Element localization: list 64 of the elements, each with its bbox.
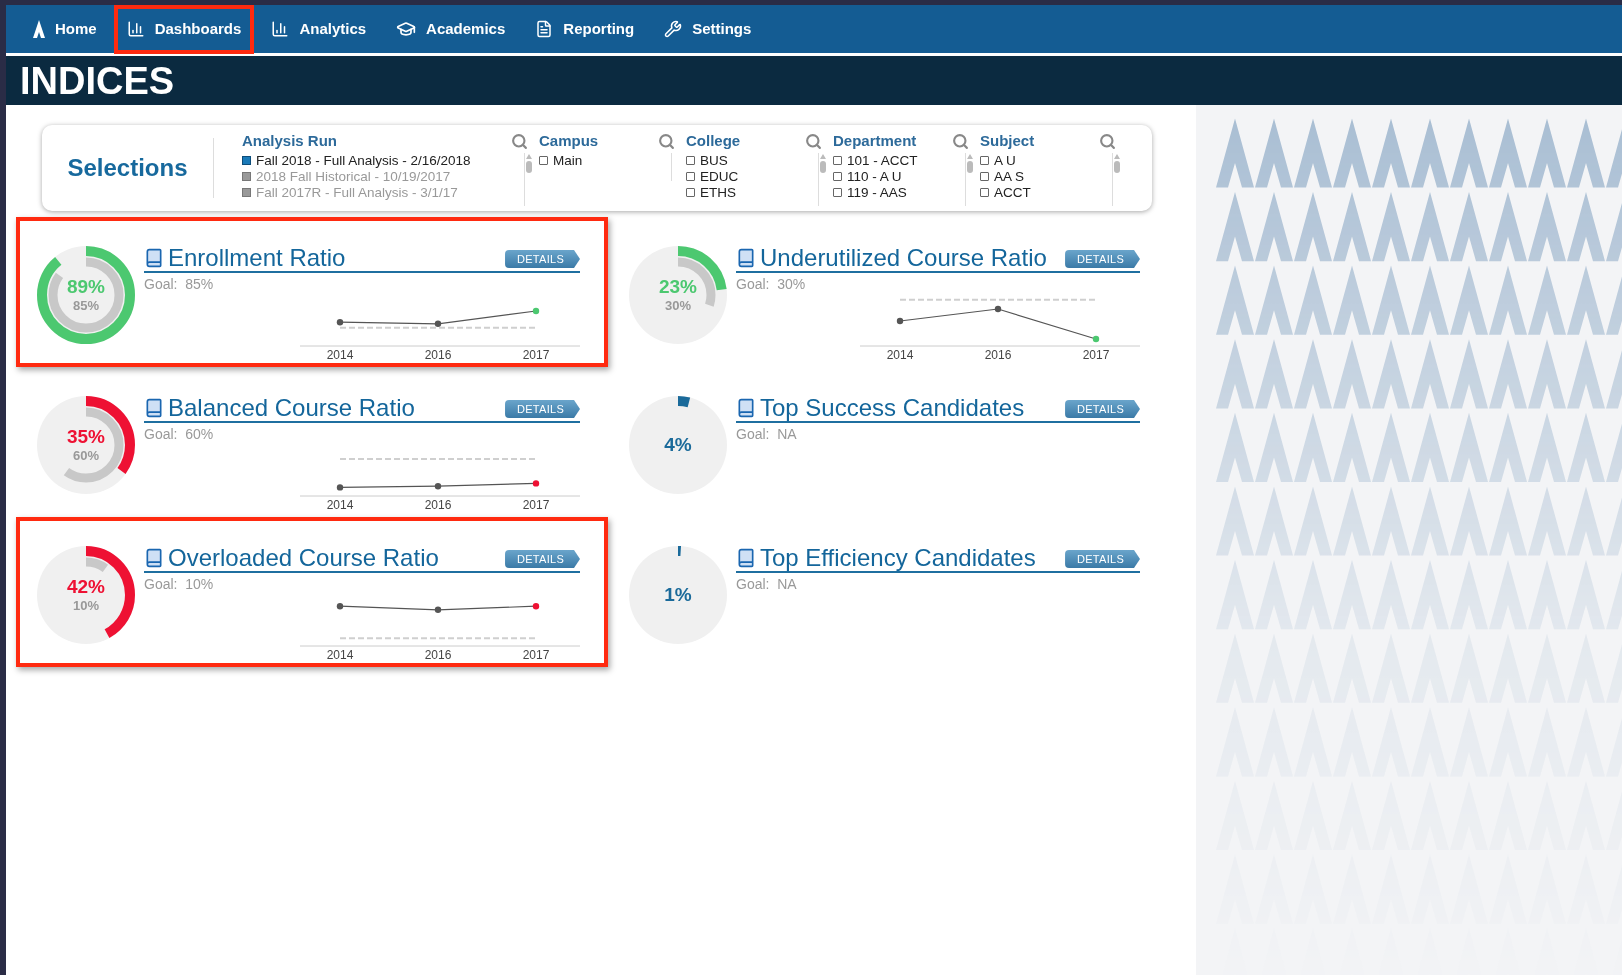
filter-option[interactable]: BUS — [700, 152, 728, 169]
nav-link[interactable]: Reporting — [522, 4, 648, 54]
nav-link[interactable]: Academics — [383, 4, 519, 54]
filter-option[interactable]: A U — [994, 152, 1016, 169]
metric-title-link[interactable]: Underutilized Course Ratio — [736, 245, 1047, 271]
gauge-value: 23% — [659, 276, 697, 298]
gauge-value: 4% — [664, 434, 692, 456]
gauge-value: 89% — [67, 276, 105, 298]
filter-option[interactable]: Fall 2018 - Full Analysis - 2/16/2018 — [256, 152, 471, 169]
filter-option[interactable]: 110 - A U — [847, 168, 902, 185]
year-label: 2014 — [326, 498, 354, 512]
filter-option[interactable]: 101 - ACCT — [847, 152, 918, 169]
details-button[interactable]: DETAILS — [505, 250, 580, 268]
nav-link[interactable]: Dashboards — [113, 4, 255, 54]
year-label: 2017 — [522, 498, 550, 512]
gauge-goal: 30% — [665, 298, 691, 314]
details-button[interactable]: DETAILS — [1065, 400, 1140, 418]
year-label: 2017 — [522, 648, 550, 662]
year-label: 2016 — [424, 348, 452, 362]
year-label: 2017 — [522, 348, 550, 362]
year-label: 2014 — [326, 648, 354, 662]
gauge-goal: 60% — [73, 448, 99, 464]
filter-option[interactable]: Main — [553, 152, 583, 169]
filter-heading: Subject — [980, 131, 1035, 151]
filter-heading: Analysis Run — [242, 131, 338, 151]
filter-option[interactable]: AA S — [994, 168, 1025, 185]
details-button[interactable]: DETAILS — [1065, 550, 1140, 568]
year-label: 2014 — [886, 348, 914, 362]
filter-option[interactable]: ETHS — [700, 184, 736, 201]
metric-title-link[interactable]: Top Efficiency Candidates — [736, 545, 1036, 571]
selections-heading: Selections — [67, 153, 188, 183]
filter-option[interactable]: ACCT — [994, 184, 1031, 201]
gauge-value: 42% — [67, 576, 105, 598]
details-button[interactable]: DETAILS — [505, 400, 580, 418]
goal-text: Goal: 85% — [144, 275, 215, 294]
details-button[interactable]: DETAILS — [505, 550, 580, 568]
filter-heading: Campus — [539, 131, 599, 151]
year-label: 2016 — [424, 498, 452, 512]
goal-text: Goal: 30% — [736, 275, 807, 294]
filter-heading: College — [686, 131, 741, 151]
metric-title-link[interactable]: Balanced Course Ratio — [144, 395, 415, 421]
metric-title-link[interactable]: Enrollment Ratio — [144, 245, 346, 271]
details-button[interactable]: DETAILS — [1065, 250, 1140, 268]
gauge-goal: 85% — [73, 298, 99, 314]
year-label: 2014 — [326, 348, 354, 362]
filter-option[interactable]: EDUC — [700, 168, 739, 185]
metric-title-link[interactable]: Overloaded Course Ratio — [144, 545, 439, 571]
nav-link[interactable]: Home — [20, 4, 110, 54]
nav-link[interactable]: Analytics — [258, 4, 380, 54]
gauge-value: 1% — [664, 584, 692, 606]
filter-heading: Department — [833, 131, 917, 151]
gauge-value: 35% — [67, 426, 105, 448]
nav-link[interactable]: Settings — [651, 4, 765, 54]
gauge-goal: 10% — [73, 598, 99, 614]
page-title: INDICES — [20, 61, 175, 100]
goal-text: Goal: NA — [736, 425, 798, 444]
year-label: 2016 — [424, 648, 452, 662]
year-label: 2016 — [984, 348, 1012, 362]
year-label: 2017 — [1082, 348, 1110, 362]
goal-text: Goal: 10% — [144, 575, 215, 594]
goal-text: Goal: 60% — [144, 425, 215, 444]
filter-option[interactable]: 119 - AAS — [847, 184, 907, 201]
metric-title-link[interactable]: Top Success Candidates — [736, 395, 1025, 421]
goal-text: Goal: NA — [736, 575, 798, 594]
